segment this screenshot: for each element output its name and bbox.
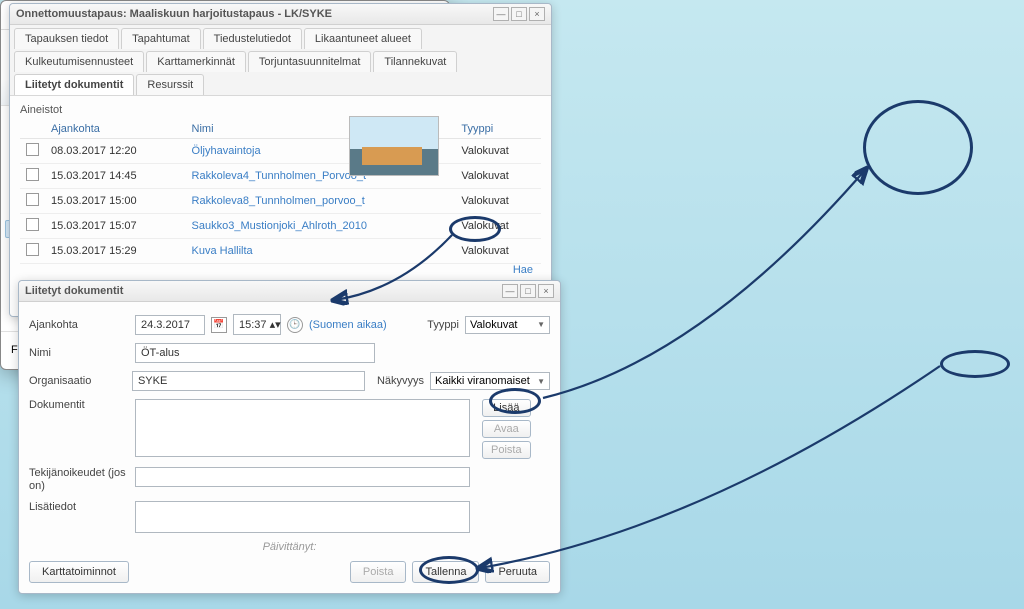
doc-poista-button[interactable]: Poista [482,441,531,459]
table-row[interactable]: 15.03.2017 15:00Rakkoleva8_Tunnholmen_po… [20,189,541,214]
close-icon[interactable]: × [538,284,554,298]
peruuta-button[interactable]: Peruuta [485,561,550,583]
attached-docs-window: Liitetyt dokumentit — □ × Ajankohta 24.3… [18,280,561,594]
titlebar[interactable]: Onnettomuustapaus: Maaliskuun harjoitust… [10,4,551,25]
cell-ajankohta: 15.03.2017 14:45 [45,164,186,189]
nimi-label: Nimi [29,347,129,359]
row-checkbox[interactable] [26,218,39,231]
tyyppi-select[interactable]: Valokuvat [465,316,550,334]
hae-link[interactable]: Hae [20,264,541,276]
cell-tyyppi: Valokuvat [455,189,541,214]
table-row[interactable]: 15.03.2017 15:29Kuva HalliltaValokuvat [20,239,541,264]
cell-ajankohta: 15.03.2017 15:00 [45,189,186,214]
close-icon[interactable]: × [529,7,545,21]
nakyvyys-select[interactable]: Kaikki viranomaiset [430,372,550,390]
tab-tapauksen-tiedot[interactable]: Tapauksen tiedot [14,28,119,49]
table-row[interactable]: 15.03.2017 14:45Rakkoleva4_Tunnholmen_Po… [20,164,541,189]
maximize-icon[interactable]: □ [520,284,536,298]
documents-table: Ajankohta Nimi Tyyppi 08.03.2017 12:20Öl… [20,120,541,264]
date-field[interactable]: 24.3.2017 [135,315,205,335]
tallenna-button[interactable]: Tallenna [412,561,479,583]
tab-likaantuneet-alueet[interactable]: Likaantuneet alueet [304,28,422,49]
poista-button[interactable]: Poista [350,561,407,583]
titlebar[interactable]: Liitetyt dokumentit — □ × [19,281,560,302]
tab-tiedustelutiedot[interactable]: Tiedustelutiedot [203,28,302,49]
minimize-icon[interactable]: — [502,284,518,298]
karttatoiminnot-button[interactable]: Karttatoiminnot [29,561,129,583]
col-ajankohta[interactable]: Ajankohta [45,120,186,139]
tab-liitetyt-dokumentit[interactable]: Liitetyt dokumentit [14,74,134,95]
nakyvyys-label: Näkyvyys [377,375,424,387]
cell-tyyppi: Valokuvat [455,164,541,189]
tab-kulkeutumisennusteet[interactable]: Kulkeutumisennusteet [14,51,144,72]
table-row[interactable]: 15.03.2017 15:07Saukko3_Mustionjoki_Ahlr… [20,214,541,239]
tekija-field[interactable] [135,467,470,487]
col-tyyppi[interactable]: Tyyppi [455,120,541,139]
cell-nimi[interactable]: Rakkoleva8_Tunnholmen_porvoo_t [186,189,456,214]
paivittanyt-label: Päivittänyt: [29,541,550,553]
maximize-icon[interactable]: □ [511,7,527,21]
row-checkbox[interactable] [26,168,39,181]
cell-tyyppi: Valokuvat [455,239,541,264]
cell-tyyppi: Valokuvat [455,139,541,164]
nimi-field[interactable]: ÖT-alus [135,343,375,363]
tab-torjuntasuunnitelmat[interactable]: Torjuntasuunnitelmat [248,51,372,72]
dokumentit-label: Dokumentit [29,399,129,411]
cell-nimi[interactable]: Saukko3_Mustionjoki_Ahlroth_2010 [186,214,456,239]
cell-ajankohta: 08.03.2017 12:20 [45,139,186,164]
calendar-icon[interactable]: 📅 [211,317,227,333]
doc-lisaa-button[interactable]: Lisää [482,399,531,417]
tab-tilannekuvat[interactable]: Tilannekuvat [373,51,457,72]
ajankohta-label: Ajankohta [29,319,129,331]
row-checkbox[interactable] [26,143,39,156]
organisaatio-field[interactable]: SYKE [132,371,365,391]
table-row[interactable]: 08.03.2017 12:20ÖljyhavaintojaValokuvat [20,139,541,164]
clock-icon[interactable]: 🕒 [287,317,303,333]
tyyppi-label: Tyyppi [427,319,459,331]
tab-tapahtumat[interactable]: Tapahtumat [121,28,200,49]
cell-tyyppi: Valokuvat [455,214,541,239]
tekija-label: Tekijänoikeudet (jos on) [29,467,129,493]
row-checkbox[interactable] [26,243,39,256]
organisaatio-label: Organisaatio [29,375,126,387]
cell-ajankohta: 15.03.2017 15:07 [45,214,186,239]
window-title: Liitetyt dokumentit [25,285,123,297]
minimize-icon[interactable]: — [493,7,509,21]
aineistot-label: Aineistot [20,104,541,116]
incident-window: Onnettomuustapaus: Maaliskuun harjoitust… [9,3,552,317]
cell-ajankohta: 15.03.2017 15:29 [45,239,186,264]
row-checkbox[interactable] [26,193,39,206]
timezone-note: (Suomen aikaa) [309,319,387,331]
tab-resurssit[interactable]: Resurssit [136,74,204,95]
time-field[interactable]: 15:37 ▴▾ [233,314,281,335]
ship-image-icon [349,116,439,176]
cell-nimi[interactable]: Kuva Hallilta [186,239,456,264]
tabstrip: Tapauksen tiedotTapahtumatTiedustelutied… [10,25,551,96]
lisatiedot-label: Lisätiedot [29,501,129,513]
dokumentit-list[interactable] [135,399,470,457]
doc-avaa-button[interactable]: Avaa [482,420,531,438]
window-title: Onnettomuustapaus: Maaliskuun harjoitust… [16,8,332,20]
tab-karttamerkinn-t[interactable]: Karttamerkinnät [146,51,246,72]
lisatiedot-field[interactable] [135,501,470,533]
